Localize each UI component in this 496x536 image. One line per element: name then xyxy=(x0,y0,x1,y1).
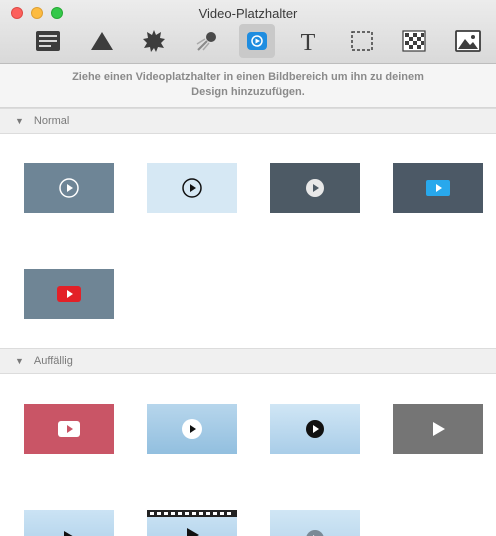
play-circle-icon xyxy=(182,178,202,198)
svg-text:T: T xyxy=(301,30,316,53)
play-triangle-icon xyxy=(433,422,445,436)
film-strip-icon xyxy=(147,510,237,536)
play-circle-icon xyxy=(59,178,79,198)
video-thumbnail[interactable] xyxy=(270,510,360,536)
youtube-play-icon xyxy=(57,286,81,302)
video-thumbnail[interactable] xyxy=(270,163,360,213)
video-placeholder-icon xyxy=(247,32,267,50)
text-T-icon: T xyxy=(301,30,316,53)
instruction-line-2: Design hinzuzufügen. xyxy=(191,86,305,98)
triangle-shape-icon xyxy=(91,32,113,50)
toolbar-shape-button[interactable] xyxy=(84,24,120,58)
video-thumbnail[interactable] xyxy=(24,510,114,536)
section-header-auffaellig[interactable]: ▼ Auffällig xyxy=(0,348,496,374)
toolbar-text-button[interactable]: T xyxy=(290,24,326,58)
comet-effect-icon xyxy=(196,32,216,51)
play-disc-icon xyxy=(306,420,324,438)
video-thumbnail[interactable] xyxy=(393,404,483,454)
video-thumbnail[interactable] xyxy=(24,163,114,213)
disclosure-triangle-icon[interactable]: ▼ xyxy=(15,356,24,366)
window-title: Video-Platzhalter xyxy=(198,6,298,21)
video-thumbnail[interactable] xyxy=(147,510,237,536)
image-placeholder-icon xyxy=(455,30,481,52)
play-disc-icon xyxy=(182,419,202,439)
play-triangle-icon xyxy=(64,531,73,536)
toolbar-selection-button[interactable] xyxy=(344,24,380,58)
section-label: Auffällig xyxy=(33,355,73,367)
video-thumbnail[interactable] xyxy=(147,404,237,454)
video-thumbnail[interactable] xyxy=(147,163,237,213)
youtube-play-icon xyxy=(58,421,80,437)
section-header-normal[interactable]: ▼ Normal xyxy=(0,108,496,134)
toolbar-pattern-button[interactable] xyxy=(396,24,432,58)
checkerboard-pattern-icon xyxy=(402,30,426,52)
video-thumbnail[interactable] xyxy=(270,404,360,454)
title-toolbar-area: Video-Platzhalter T xyxy=(0,0,496,64)
toolbar-image-button[interactable] xyxy=(450,24,486,58)
video-thumbnail[interactable] xyxy=(24,404,114,454)
toolbar-badge-button[interactable] xyxy=(136,24,172,58)
instruction-line-1: Ziehe einen Videoplatzhalter in einen Bi… xyxy=(72,71,424,83)
video-placeholder-window: Video-Platzhalter T Ziehe einen Videopla… xyxy=(0,0,496,536)
text-frame-icon xyxy=(36,31,60,51)
section-label: Normal xyxy=(33,115,70,127)
badge-burst-icon xyxy=(143,30,165,52)
instruction-text: Ziehe einen Videoplatzhalter in einen Bi… xyxy=(0,64,496,108)
disclosure-triangle-icon[interactable]: ▼ xyxy=(15,116,24,126)
toolbar-effect-button[interactable] xyxy=(189,24,225,58)
play-disc-icon xyxy=(306,530,324,536)
toolbar-text-frame-button[interactable] xyxy=(30,24,66,58)
play-button-icon xyxy=(426,180,450,196)
play-disc-icon xyxy=(306,179,324,197)
toolbar-video-placeholder-button[interactable] xyxy=(239,24,275,58)
video-thumbnail[interactable] xyxy=(24,269,114,319)
video-thumbnail[interactable] xyxy=(393,163,483,213)
selection-frame-icon xyxy=(351,31,373,51)
